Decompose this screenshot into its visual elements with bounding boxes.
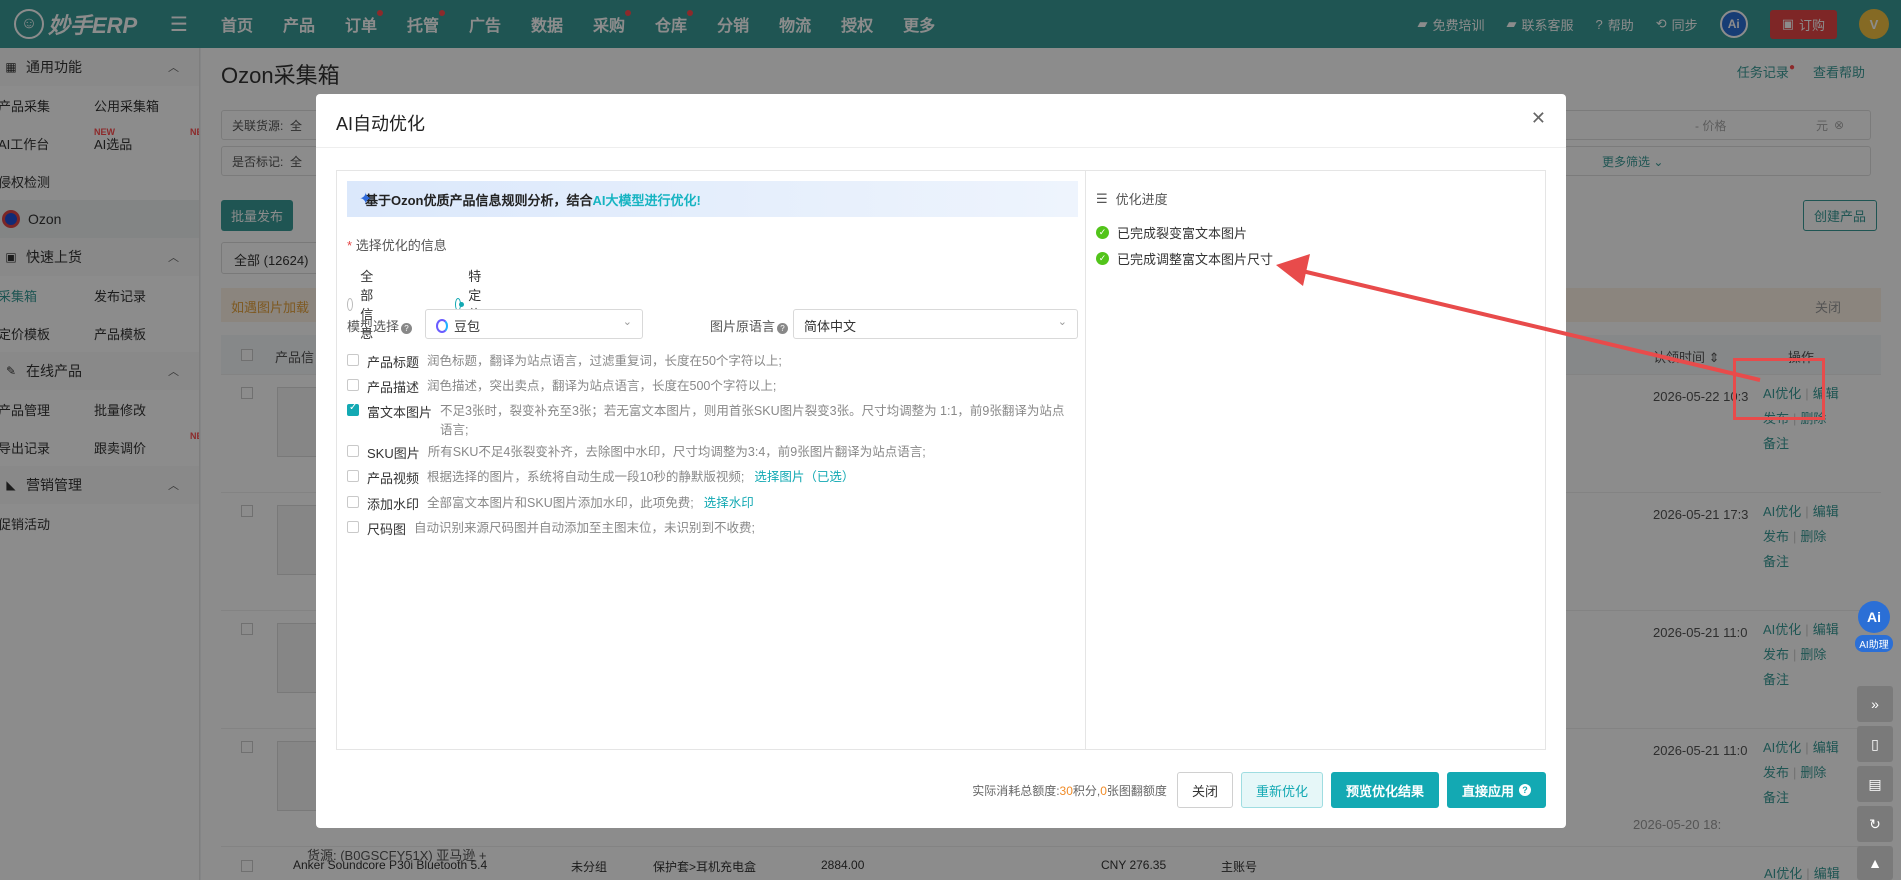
check-circle-icon: ✓ <box>1096 252 1109 265</box>
option-row: 产品标题 润色标题，翻译为站点语言，过滤重复词，长度在50个字符以上; <box>347 352 1067 371</box>
progress-item: ✓ 已完成裂变富文本图片 <box>1096 223 1247 242</box>
option-checkbox[interactable] <box>347 521 359 533</box>
ai-optimize-modal: AI自动优化 ✕ ✦ 基于Ozon优质产品信息规则分析，结合AI大模型进行优化!… <box>316 94 1566 828</box>
option-checkbox[interactable] <box>347 379 359 391</box>
ai-assistant-widget[interactable]: Ai AI助理 <box>1855 601 1893 652</box>
top-icon[interactable]: ▲ <box>1857 846 1893 880</box>
option-row: 富文本图片 不足3张时，裂变补充至3张；若无富文本图片，则用首张SKU图片裂变3… <box>347 402 1067 440</box>
lang-select[interactable]: 简体中文 ⌄ <box>793 309 1078 339</box>
cost-summary: 实际消耗总额度:30积分,0张图翻额度 <box>972 783 1167 798</box>
option-checkbox[interactable] <box>347 470 359 482</box>
progress-item: ✓ 已完成调整富文本图片尺寸 <box>1096 249 1273 268</box>
option-checkbox[interactable] <box>347 354 359 366</box>
model-label: 模型选择? <box>347 316 413 335</box>
info-banner: ✦ 基于Ozon优质产品信息规则分析，结合AI大模型进行优化! <box>347 181 1078 217</box>
close-button[interactable]: 关闭 <box>1176 772 1233 808</box>
option-link[interactable]: 选择水印 <box>704 496 754 510</box>
option-row: 添加水印 全部富文本图片和SKU图片添加水印，此项免费; 选择水印 <box>347 494 1067 513</box>
phone-icon[interactable]: ▯ <box>1857 726 1893 762</box>
option-row: SKU图片 所有SKU不足4张裂变补齐，去除图中水印，尺寸均调整为3:4，前9张… <box>347 443 1067 462</box>
note-icon[interactable]: ▤ <box>1857 766 1893 802</box>
select-info-label: * 选择优化的信息 <box>347 238 447 253</box>
chevron-down-icon: ⌄ <box>622 316 632 328</box>
model-select[interactable]: 豆包 ⌄ <box>425 309 643 339</box>
lang-label: 图片原语言? <box>710 316 789 335</box>
check-circle-icon: ✓ <box>1096 226 1109 239</box>
apply-button[interactable]: 直接应用? <box>1446 772 1546 808</box>
option-row: 产品视频 根据选择的图片，系统将自动生成一段10秒的静默版视频; 选择图片（已选） <box>347 468 1067 487</box>
help-icon: ? <box>777 323 789 334</box>
annotation-highlight-box <box>1733 358 1825 420</box>
option-link[interactable]: 选择图片（已选） <box>754 470 854 484</box>
modal-footer: 实际消耗总额度:30积分,0张图翻额度 关闭 重新优化 预览优化结果 直接应用? <box>972 772 1546 808</box>
help-icon: ? <box>401 323 413 334</box>
modal-title: AI自动优化 <box>336 114 426 134</box>
option-checkbox[interactable] <box>347 402 359 416</box>
reoptimize-button[interactable]: 重新优化 <box>1240 772 1323 808</box>
modal-header: AI自动优化 ✕ <box>316 94 1566 148</box>
doubao-icon <box>436 319 448 333</box>
expand-icon[interactable]: » <box>1857 686 1893 722</box>
option-checkbox[interactable] <box>347 445 359 457</box>
options-panel: ✦ 基于Ozon优质产品信息规则分析，结合AI大模型进行优化! * 选择优化的信… <box>336 170 1086 750</box>
help-icon: ? <box>1519 784 1531 796</box>
progress-panel: ☰ 优化进度 ✓ 已完成裂变富文本图片 ✓ 已完成调整富文本图片尺寸 <box>1085 170 1546 750</box>
refresh-icon[interactable]: ↻ <box>1857 806 1893 842</box>
sparkle-icon: ✦ <box>359 191 373 208</box>
option-row: 产品描述 润色描述，突出卖点，翻译为站点语言，长度在500个字符以上; <box>347 377 1067 396</box>
preview-button[interactable]: 预览优化结果 <box>1330 772 1439 808</box>
chevron-down-icon: ⌄ <box>1057 316 1067 328</box>
sliders-icon: ☰ <box>1096 190 1108 206</box>
progress-title: ☰ 优化进度 <box>1096 190 1168 208</box>
option-checkbox[interactable] <box>347 496 359 508</box>
close-icon[interactable]: ✕ <box>1531 108 1546 129</box>
ai-icon: Ai <box>1858 601 1890 633</box>
option-row: 尺码图 自动识别来源尺码图并自动添加至主图末位，未识别到不收费; <box>347 519 1067 538</box>
